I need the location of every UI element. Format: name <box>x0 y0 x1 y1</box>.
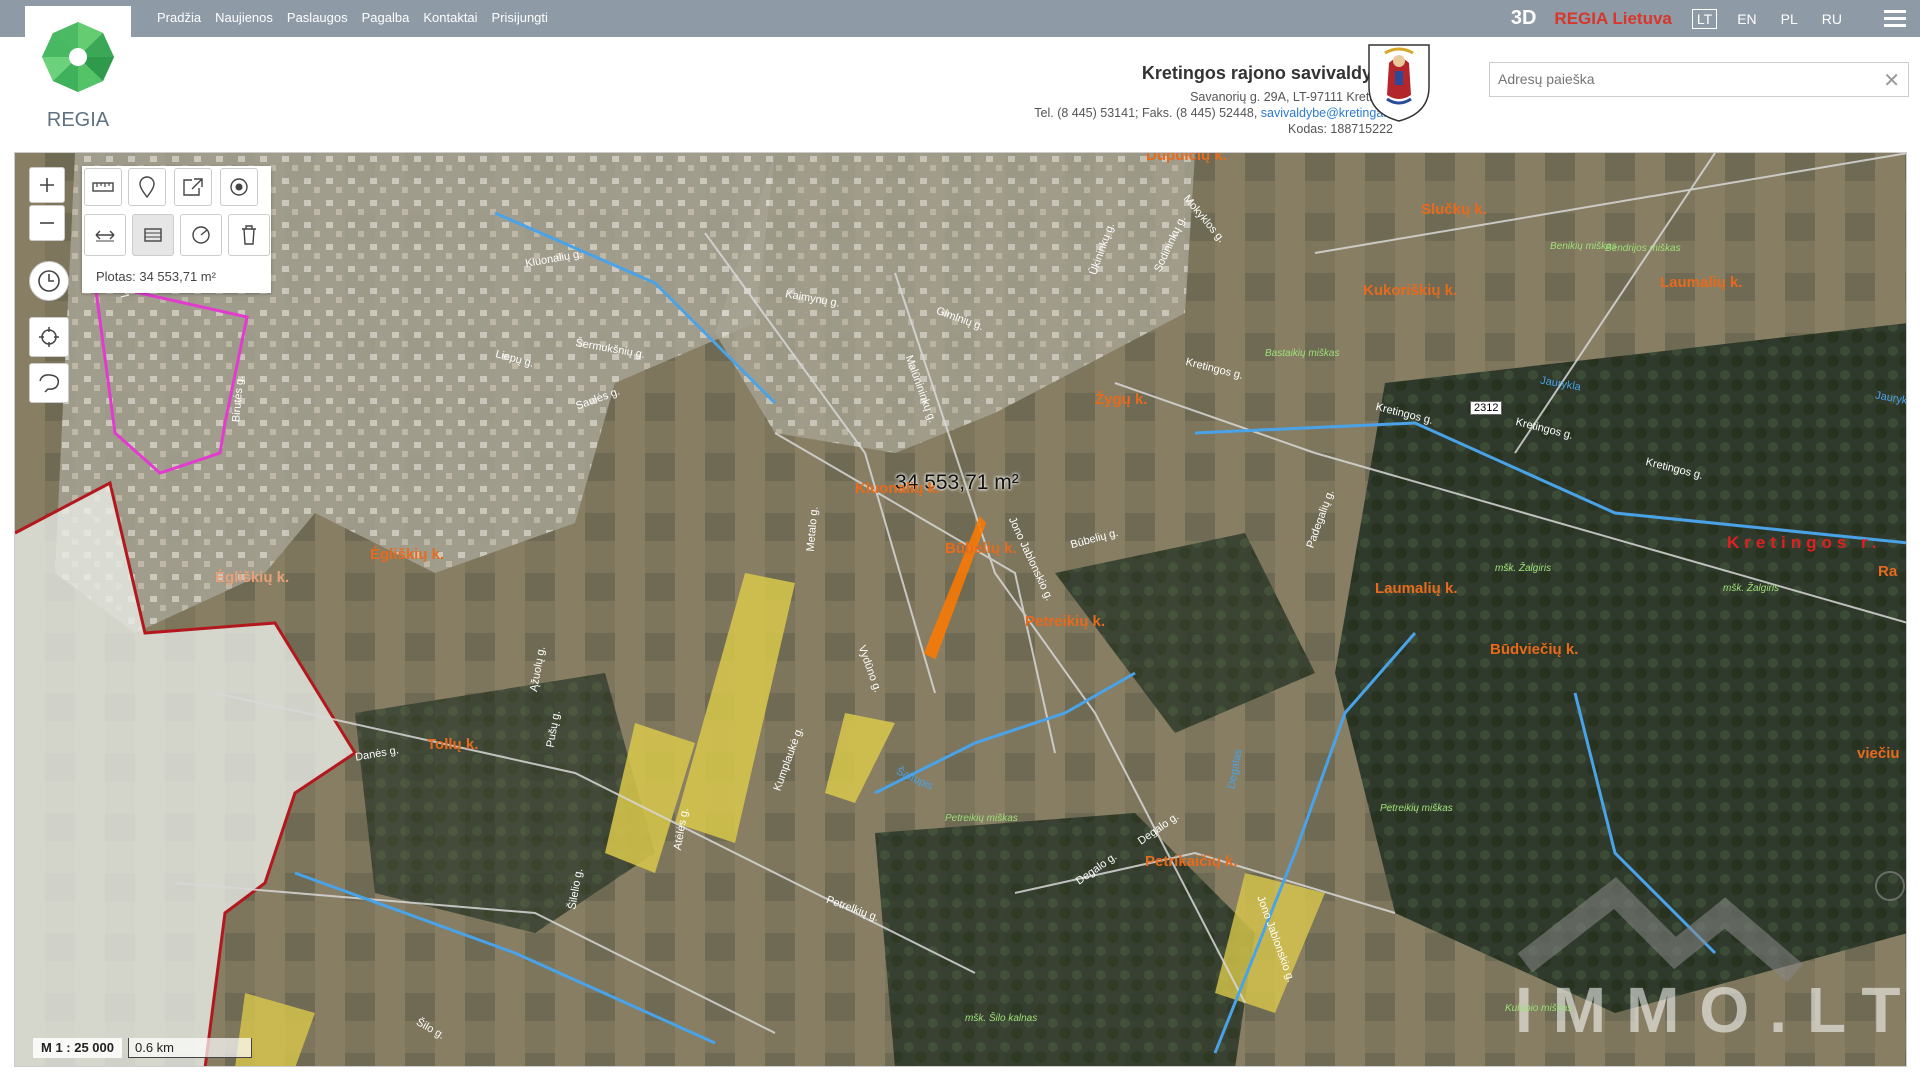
municipality-phone: Tel. (8 445) 53141; Faks. (8 445) 52448, <box>1034 106 1261 120</box>
lang-ru[interactable]: RU <box>1818 10 1846 28</box>
municipality-code: Kodas: 188715222 <box>1288 122 1393 136</box>
map-scale: M 1 : 25 000 0.6 km <box>33 1038 252 1058</box>
lang-en[interactable]: EN <box>1733 10 1760 28</box>
locate-button[interactable] <box>29 317 69 357</box>
municipality-address: Savanorių g. 29A, LT-97111 Kretinga <box>1190 90 1393 104</box>
regia-logo-icon <box>42 22 114 92</box>
address-search: ✕ <box>1489 62 1909 97</box>
length-icon <box>95 230 115 242</box>
main-nav: Pradžia Naujienos Paslaugos Pagalba Kont… <box>157 10 548 25</box>
map-canvas[interactable] <box>15 153 1907 1067</box>
crosshair-icon <box>39 327 59 347</box>
site-header: REGIA Kretingos rajono savivaldybė Savan… <box>0 6 1920 150</box>
lang-pl[interactable]: PL <box>1777 10 1802 28</box>
scale-bar: 0.6 km <box>128 1038 252 1058</box>
nav-item-paslaugos[interactable]: Paslaugos <box>287 10 348 25</box>
area-select-button[interactable] <box>29 363 69 403</box>
map-view[interactable]: 34 553,71 m² 2312 Kretingos r. IMMO.LT D… <box>14 152 1907 1067</box>
municipality-contacts: Tel. (8 445) 53141; Faks. (8 445) 52448,… <box>1034 105 1393 121</box>
measure-radius-button[interactable] <box>180 214 222 256</box>
point-button[interactable] <box>220 168 258 206</box>
nav-item-pradzia[interactable]: Pradžia <box>157 10 201 25</box>
clock-icon <box>38 270 60 292</box>
history-button[interactable] <box>29 261 69 301</box>
radius-icon <box>192 226 210 244</box>
regia-logo[interactable]: REGIA <box>25 6 131 149</box>
3d-view-button[interactable]: 3D <box>1511 7 1537 30</box>
nav-item-prisijungti[interactable]: Prisijungti <box>492 10 548 25</box>
minus-icon <box>40 222 54 224</box>
plus-icon <box>40 178 54 192</box>
zoom-out-button[interactable] <box>29 205 65 241</box>
measure-result: Plotas: 34 553,71 m² <box>96 269 216 284</box>
ruler-icon <box>92 182 114 192</box>
municipality-info: Kretingos rajono savivaldybė Savanorių g… <box>1034 61 1393 137</box>
municipality-name: Kretingos rajono savivaldybė <box>1141 63 1393 83</box>
clear-search-icon[interactable]: ✕ <box>1883 68 1900 93</box>
top-right-controls: 3D REGIA Lietuva LT EN PL RU <box>1511 0 1920 37</box>
zoom-in-button[interactable] <box>29 167 65 203</box>
share-button[interactable] <box>174 168 212 206</box>
address-search-input[interactable] <box>1490 63 1876 94</box>
scale-ratio: M 1 : 25 000 <box>33 1038 122 1058</box>
lang-lt[interactable]: LT <box>1691 8 1718 29</box>
delete-measure-button[interactable] <box>228 214 270 256</box>
share-icon <box>183 178 203 196</box>
nav-item-pagalba[interactable]: Pagalba <box>362 10 410 25</box>
measure-length-button[interactable] <box>84 214 126 256</box>
nav-item-naujienos[interactable]: Naujienos <box>215 10 273 25</box>
target-icon <box>230 178 248 196</box>
nav-item-kontaktai[interactable]: Kontaktai <box>423 10 477 25</box>
regia-lietuva-link[interactable]: REGIA Lietuva <box>1554 9 1671 29</box>
lasso-icon <box>39 374 60 393</box>
hamburger-menu-icon[interactable] <box>1884 6 1906 31</box>
measure-tools-panel: Plotas: 34 553,71 m² <box>82 166 271 293</box>
add-marker-button[interactable] <box>128 168 166 206</box>
measure-distance-button[interactable] <box>84 168 122 206</box>
measure-area-button[interactable] <box>132 214 174 256</box>
coat-of-arms-icon <box>1368 44 1430 122</box>
map-pin-icon <box>139 176 155 198</box>
logo-text: REGIA <box>46 109 110 131</box>
top-nav-bar: Pradžia Naujienos Paslaugos Pagalba Kont… <box>0 0 1920 37</box>
area-icon <box>144 228 162 242</box>
trash-icon <box>242 225 256 245</box>
